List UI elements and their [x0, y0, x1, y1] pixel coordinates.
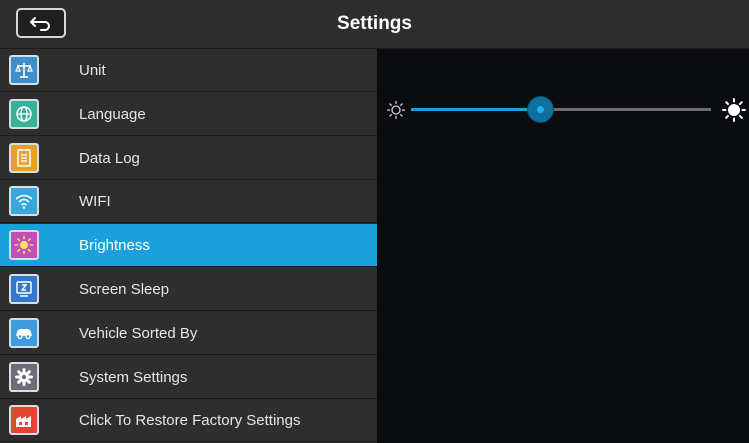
brightness-panel [377, 49, 749, 443]
menu-item-label: System Settings [79, 368, 188, 386]
menu-item-label: Brightness [79, 237, 150, 255]
sun-icon [9, 230, 39, 261]
menu-item-language[interactable]: Language [0, 93, 377, 136]
menu-item-unit[interactable]: Unit [0, 49, 377, 92]
menu-item-screen-sleep[interactable]: Screen Sleep [0, 268, 377, 311]
menu-item-wifi[interactable]: WIFI [0, 180, 377, 224]
menu-item-label: Screen Sleep [79, 281, 170, 298]
menu-item-label: Language [79, 105, 146, 123]
slider-thumb[interactable] [528, 97, 553, 122]
menu-item-label: Unit [79, 62, 106, 79]
menu-item-brightness[interactable]: Brightness [0, 224, 377, 268]
menu-item-label: Click To Restore Factory Settings [79, 412, 301, 430]
gear-icon [9, 361, 39, 392]
menu-item-label: Data Log [79, 149, 140, 167]
page-title: Settings [337, 13, 412, 34]
settings-menu: Unit Language Data Log WIFI Brightness S… [0, 49, 377, 443]
car-icon [9, 317, 39, 348]
menu-item-data-log[interactable]: Data Log [0, 137, 377, 180]
sun-outline-icon [386, 100, 406, 120]
scale-icon [9, 55, 39, 85]
sleep-icon [9, 274, 39, 304]
document-icon [9, 142, 39, 173]
menu-item-label: Vehicle Sorted By [79, 324, 198, 342]
brightness-slider[interactable] [377, 89, 749, 129]
slider-track[interactable] [411, 97, 711, 122]
title-bar: Settings [0, 0, 749, 49]
sun-filled-icon [722, 98, 746, 122]
menu-item-label: WIFI [79, 193, 111, 211]
wifi-icon [9, 186, 39, 217]
factory-reset-icon [9, 405, 39, 436]
menu-item-restore-factory-settings[interactable]: Click To Restore Factory Settings [0, 399, 377, 443]
globe-icon [9, 98, 39, 129]
menu-item-system-settings[interactable]: System Settings [0, 356, 377, 399]
menu-item-vehicle-sorted-by[interactable]: Vehicle Sorted By [0, 312, 377, 355]
slider-fill [411, 108, 540, 111]
